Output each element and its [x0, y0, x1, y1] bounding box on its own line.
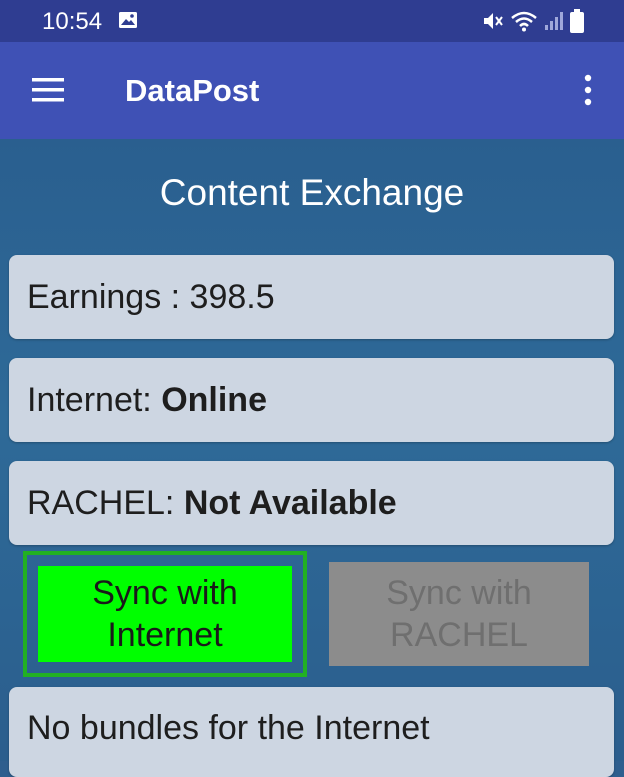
earnings-card: Earnings : 398.5	[9, 255, 614, 339]
bundles-card: No bundles for the Internet	[9, 687, 614, 777]
app-title: DataPost	[125, 73, 260, 108]
sync-rachel-label-line2: RACHEL	[390, 616, 528, 654]
internet-status-card: Internet: Online	[9, 358, 614, 442]
sync-with-internet-button[interactable]: Sync with Internet	[38, 566, 292, 662]
rachel-status-value: Not Available	[183, 483, 397, 522]
signal-icon	[545, 12, 563, 30]
page-title: Content Exchange	[159, 172, 465, 213]
internet-status-value: Online	[161, 380, 267, 419]
bundles-text: No bundles for the Internet	[27, 709, 430, 747]
wifi-icon	[511, 11, 537, 32]
sync-with-rachel-button[interactable]: Sync with RACHEL	[329, 562, 589, 666]
sync-internet-label-line2: Internet	[107, 616, 223, 654]
app-bar: DataPost	[0, 42, 624, 139]
earnings-text: Earnings : 398.5	[27, 277, 275, 316]
status-time: 10:54	[42, 8, 103, 35]
rachel-label: RACHEL:	[27, 483, 184, 522]
menu-button[interactable]	[24, 70, 72, 110]
internet-label: Internet:	[27, 380, 162, 419]
overflow-menu-button[interactable]	[574, 68, 602, 112]
sync-internet-focus-border[interactable]: Sync with Internet	[23, 551, 307, 677]
mute-icon	[484, 13, 503, 29]
sync-rachel-label-line1: Sync with	[386, 574, 532, 612]
status-icons	[482, 9, 584, 33]
gallery-icon	[119, 12, 137, 28]
sync-internet-label-line1: Sync with	[92, 574, 238, 612]
rachel-status-card: RACHEL: Not Available	[9, 461, 614, 545]
battery-icon	[570, 9, 584, 33]
status-bar: 10:54	[0, 0, 624, 42]
main-content: Content Exchange Earnings : 398.5 Intern…	[0, 139, 624, 777]
hamburger-menu-icon	[32, 78, 64, 102]
more-vertical-icon	[584, 74, 592, 106]
